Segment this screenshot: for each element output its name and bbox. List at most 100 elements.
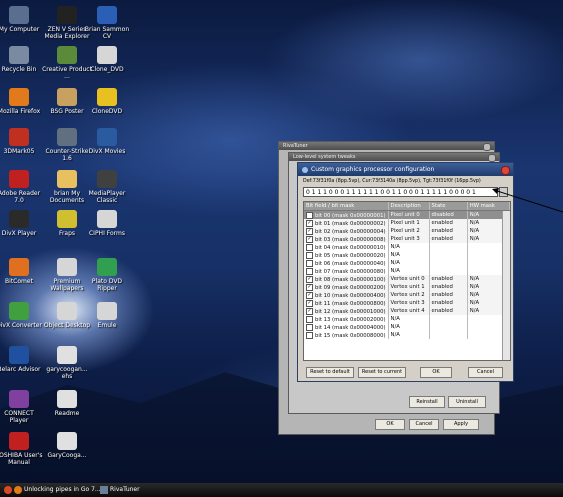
desktop-icon[interactable]: CloneDVD	[82, 88, 132, 115]
table-row[interactable]: bit 13 (mask 0x00002000) N/A	[304, 315, 510, 323]
belarc-icon	[9, 346, 29, 364]
desktop-icon[interactable]: Brian Sammon CV	[82, 6, 132, 40]
rivatuner-icon	[100, 486, 108, 494]
desktop-icon[interactable]: BitComet	[0, 258, 44, 285]
column-header[interactable]: HW mask	[467, 202, 510, 211]
table-row[interactable]: bit 14 (mask 0x00004000) N/A	[304, 323, 510, 331]
table-row[interactable]: ✓ bit 02 (mask 0x00000004) Pixel unit 2 ena…	[304, 227, 510, 235]
table-row[interactable]: bit 05 (mask 0x00000020) N/A	[304, 251, 510, 259]
divx-converter-icon	[9, 302, 29, 320]
checked-checkbox[interactable]: ✓	[306, 283, 313, 291]
unchecked-checkbox[interactable]	[306, 243, 313, 251]
table-row[interactable]: ✓ bit 01 (mask 0x00000002) Pixel unit 1 ena…	[304, 219, 510, 227]
unchecked-checkbox[interactable]	[306, 259, 313, 267]
reinstall-button[interactable]: Reinstall	[409, 396, 445, 408]
desktop-icon[interactable]: 3DMark05	[0, 128, 44, 155]
bitmask-input[interactable]: 0 1 1 1 0 0 0 1 1 1 1 1 1 0 0 1 1 0 0 0 …	[303, 187, 498, 197]
taskbar-item-firefox[interactable]: Unlocking pipes in Go 7...	[14, 485, 108, 495]
dialog-title: Custom graphics processor configuration	[311, 166, 435, 173]
tweaks-close-button[interactable]	[488, 154, 496, 162]
description-cell: Vertex unit 2	[388, 291, 430, 299]
bit-field-label: bit 14 (mask 0x00004000)	[315, 324, 386, 331]
checked-checkbox[interactable]: ✓	[306, 235, 313, 243]
checked-checkbox[interactable]: ✓	[306, 211, 313, 219]
table-row[interactable]: ✓ bit 12 (mask 0x00001000) Vertex unit 4 en…	[304, 307, 510, 315]
desktop-icon[interactable]: GaryCooga...	[42, 432, 92, 459]
bitmask-dropdown-button[interactable]	[499, 187, 508, 197]
rivatuner-ok-button[interactable]: OK	[375, 419, 405, 430]
desktop-icon[interactable]: CIPHI Forms	[82, 210, 132, 237]
table-row[interactable]: ✓ bit 03 (mask 0x00000008) Pixel unit 3 ena…	[304, 235, 510, 243]
folder-icon	[57, 258, 77, 276]
checked-checkbox[interactable]: ✓	[306, 291, 313, 299]
reset-current-button[interactable]: Reset to current	[358, 367, 406, 378]
desktop-icon[interactable]: My Computer	[0, 6, 44, 33]
desktop-icon[interactable]: Recycle Bin	[0, 46, 44, 73]
desktop-icon[interactable]: DivX Movies	[82, 128, 132, 155]
table-row[interactable]: bit 06 (mask 0x00000040) N/A	[304, 259, 510, 267]
table-row[interactable]: ✓ bit 08 (mask 0x00000100) Vertex unit 0 en…	[304, 275, 510, 283]
document-icon	[97, 6, 117, 24]
desktop-icon[interactable]: garycoogan... ehs	[42, 346, 92, 380]
rivatuner-cancel-button[interactable]: Cancel	[409, 419, 439, 430]
checked-checkbox[interactable]: ✓	[306, 219, 313, 227]
desktop-icon[interactable]: Plato DVD Ripper	[82, 258, 132, 292]
dialog-cancel-button[interactable]: Cancel	[468, 367, 503, 378]
description-cell: Pixel unit 3	[388, 235, 430, 243]
desktop-icon[interactable]: Mozilla Firefox	[0, 88, 44, 115]
start-button[interactable]	[4, 486, 12, 494]
table-row[interactable]: ✓ bit 09 (mask 0x00000200) Vertex unit 1 en…	[304, 283, 510, 291]
rivatuner-title: RivaTuner	[279, 142, 494, 150]
taskbar-item-rivatuner[interactable]: RivaTuner	[100, 485, 170, 495]
close-icon[interactable]	[501, 166, 510, 175]
table-row[interactable]: ✓ bit 00 (mask 0x00000001) Pixel unit 0 dis…	[304, 210, 510, 219]
unchecked-checkbox[interactable]	[306, 315, 313, 323]
unchecked-checkbox[interactable]	[306, 331, 313, 339]
table-scrollbar[interactable]	[502, 211, 510, 360]
rivatuner-apply-button[interactable]: Apply	[443, 419, 479, 430]
desktop-icon[interactable]: CONNECT Player	[0, 390, 44, 424]
desktop-icon[interactable]: Belarc Advisor	[0, 346, 44, 373]
column-header[interactable]: Bit field / bit mask	[304, 202, 389, 211]
desktop-icon[interactable]: Clone_DVD	[82, 46, 132, 73]
table-row[interactable]: ✓ bit 11 (mask 0x00000800) Vertex unit 3 en…	[304, 299, 510, 307]
bit-field-label: bit 15 (mask 0x00008000)	[315, 332, 386, 339]
checked-checkbox[interactable]: ✓	[306, 299, 313, 307]
unchecked-checkbox[interactable]	[306, 323, 313, 331]
counter-strike-icon	[57, 128, 77, 146]
uninstall-button[interactable]: Uninstall	[448, 396, 486, 408]
checked-checkbox[interactable]: ✓	[306, 307, 313, 315]
desktop-icon[interactable]: MediaPlayer Classic	[82, 170, 132, 204]
desktop-icon[interactable]: DivX Player	[0, 210, 44, 237]
description-cell: N/A	[388, 315, 430, 323]
table-row[interactable]: bit 04 (mask 0x00000010) N/A	[304, 243, 510, 251]
checked-checkbox[interactable]: ✓	[306, 227, 313, 235]
desktop-icon[interactable]: TOSHIBA User's Manual	[0, 432, 44, 466]
table-row[interactable]: ✓ bit 10 (mask 0x00000400) Vertex unit 2 en…	[304, 291, 510, 299]
bit-field-cell: ✓ bit 01 (mask 0x00000002)	[304, 219, 389, 227]
rivatuner-close-button[interactable]	[483, 143, 491, 151]
firefox-icon	[9, 88, 29, 106]
reset-default-button[interactable]: Reset to default	[306, 367, 354, 378]
recycle-bin-icon	[9, 46, 29, 64]
unchecked-checkbox[interactable]	[306, 251, 313, 259]
desktop-icon[interactable]: Emule	[82, 302, 132, 329]
column-header[interactable]: State	[429, 202, 468, 211]
description-cell: Pixel unit 2	[388, 227, 430, 235]
mediaplayer-icon	[97, 170, 117, 188]
my-documents-icon	[57, 170, 77, 188]
column-header[interactable]: Description	[388, 202, 430, 211]
state-cell	[429, 243, 468, 251]
state-cell: disabled	[429, 210, 468, 219]
desktop-icon[interactable]: DivX Converter	[0, 302, 44, 329]
table-row[interactable]: bit 07 (mask 0x00000080) N/A	[304, 267, 510, 275]
folder-icon	[57, 302, 77, 320]
unchecked-checkbox[interactable]	[306, 267, 313, 275]
table-row[interactable]: bit 15 (mask 0x00008000) N/A	[304, 331, 510, 339]
desktop-icon[interactable]: Readme	[42, 390, 92, 417]
description-cell: Vertex unit 1	[388, 283, 430, 291]
dialog-ok-button[interactable]: OK	[420, 367, 452, 378]
checked-checkbox[interactable]: ✓	[306, 275, 313, 283]
desktop-icon[interactable]: Adobe Reader 7.0	[0, 170, 44, 204]
creative-icon	[57, 46, 77, 64]
